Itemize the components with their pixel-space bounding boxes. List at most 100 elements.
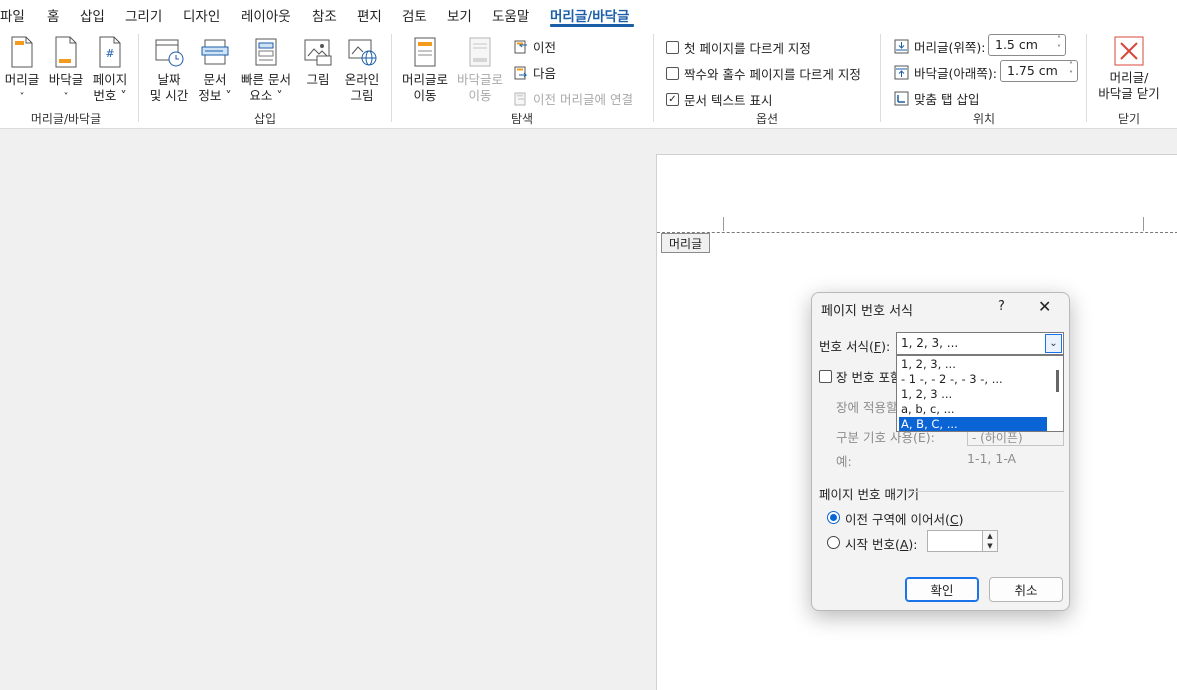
previous-icon: [514, 40, 527, 53]
quick-parts-button[interactable]: 빠른 문서 요소 ˅: [239, 36, 293, 104]
tab-home[interactable]: 홈: [47, 5, 59, 25]
margin-crop-mark: [1143, 217, 1144, 231]
checkbox-box: [666, 41, 679, 54]
tab-file[interactable]: 파일: [0, 5, 25, 25]
example-label: 예:: [836, 454, 852, 469]
tab-help[interactable]: 도움말: [492, 5, 529, 25]
go-to-footer-button[interactable]: 바닥글로 이동: [455, 36, 505, 104]
example-value: 1-1, 1-A: [967, 451, 1017, 466]
active-tab-indicator: [550, 24, 634, 27]
tab-layout[interactable]: 레이아웃: [241, 5, 291, 25]
group-label-options: 옵션: [755, 112, 779, 126]
footer-position-icon: [894, 65, 909, 80]
link-to-previous-button[interactable]: 이전 머리글에 연결: [514, 89, 633, 108]
picture-icon: [304, 39, 332, 66]
ok-button[interactable]: 확인: [905, 577, 979, 602]
page-number-format-dialog: 페이지 번호 서식 ? ✕ 번호 서식(F): 1, 2, 3, ... ⌄ 장…: [811, 292, 1070, 611]
chapter-style-label: 장에 적용할: [836, 400, 898, 415]
close-icon[interactable]: ✕: [1038, 297, 1051, 316]
group-label-position: 위치: [972, 112, 996, 126]
document-info-icon: [201, 39, 229, 65]
header-boundary-line: [657, 232, 1177, 233]
tab-view[interactable]: 보기: [447, 5, 472, 25]
online-picture-icon: [348, 39, 377, 66]
cancel-button[interactable]: 취소: [989, 577, 1063, 602]
tab-draw[interactable]: 그리기: [125, 5, 162, 25]
svg-text:#: #: [105, 47, 114, 60]
header-position-label: 머리글(위쪽):: [894, 37, 985, 56]
page-number-button[interactable]: # 페이지 번호 ˅: [91, 36, 129, 104]
page-number-icon: #: [99, 36, 121, 68]
header-button[interactable]: 머리글 ˅: [4, 36, 40, 106]
tab-insert[interactable]: 삽입: [80, 5, 105, 25]
group-label-navigation: 탐색: [510, 112, 534, 126]
page-numbering-section-label: 페이지 번호 매기기: [819, 487, 919, 502]
group-divider: [138, 34, 139, 122]
footer-page-icon: [55, 36, 77, 68]
go-to-footer-icon: [469, 37, 491, 67]
spin-arrows-icon[interactable]: ˄ ˅: [1057, 35, 1061, 53]
footer-position-input[interactable]: 1.75 cm ˄ ˅: [1000, 60, 1078, 82]
ribbon: 머리글 ˅ 바닥글 ˅ # 페이지 번호 ˅ 머리글/바닥글 날짜 및 시간 문…: [0, 28, 1177, 129]
tab-review[interactable]: 검토: [402, 5, 427, 25]
list-scrollbar-thumb[interactable]: [1056, 370, 1059, 392]
picture-button[interactable]: 그림: [300, 36, 336, 88]
number-format-option[interactable]: a, b, c, ...: [899, 402, 1047, 417]
number-format-option-selected[interactable]: A, B, C, ...: [899, 417, 1047, 431]
document-info-button[interactable]: 문서 정보 ˅: [195, 36, 235, 104]
close-red-x-icon: [1114, 36, 1144, 66]
group-divider: [653, 34, 654, 122]
start-at-label: 시작 번호(A):: [845, 537, 918, 552]
quick-parts-icon: [255, 38, 277, 66]
number-format-label: 번호 서식(F):: [819, 339, 891, 354]
help-icon[interactable]: ?: [998, 299, 1005, 314]
start-at-spinner-icon[interactable]: ▲ ▼: [982, 530, 998, 552]
calendar-clock-icon: [155, 39, 184, 67]
tab-mailings[interactable]: 편지: [357, 5, 382, 25]
checkbox-box: [819, 370, 832, 383]
tab-design[interactable]: 디자인: [183, 5, 220, 25]
group-divider: [880, 34, 881, 122]
continue-from-previous-radio[interactable]: [827, 511, 840, 524]
group-divider: [391, 34, 392, 122]
date-time-button[interactable]: 날짜 및 시간: [148, 36, 190, 104]
group-label-header-footer: 머리글/바닥글: [30, 112, 102, 126]
different-first-page-checkbox[interactable]: 첫 페이지를 다르게 지정: [666, 38, 811, 57]
insert-alignment-tab-button[interactable]: 맞춤 탭 삽입: [894, 89, 979, 108]
show-document-text-checkbox[interactable]: ✓ 문서 텍스트 표시: [666, 90, 772, 109]
number-format-option[interactable]: - 1 -, - 2 -, - 3 -, ...: [899, 372, 1047, 387]
checkbox-box: [666, 67, 679, 80]
header-page-icon: [11, 36, 33, 68]
next-icon: [514, 66, 528, 79]
group-label-insert: 삽입: [253, 112, 277, 126]
tab-header-footer[interactable]: 머리글/바닥글: [550, 5, 629, 25]
number-format-option[interactable]: 1, 2, 3 ...: [899, 387, 1047, 402]
include-chapter-checkbox[interactable]: 장 번호 포함: [819, 367, 901, 386]
header-position-icon: [894, 39, 909, 54]
footer-button[interactable]: 바닥글 ˅: [47, 36, 85, 106]
continue-from-previous-label: 이전 구역에 이어서(C): [845, 512, 964, 527]
online-picture-button[interactable]: 온라인 그림: [341, 36, 383, 104]
start-at-input[interactable]: [927, 530, 983, 552]
number-format-option[interactable]: 1, 2, 3, ...: [899, 357, 1047, 372]
number-format-dropdown-list: 1, 2, 3, ... - 1 -, - 2 -, - 3 -, ... 1,…: [896, 355, 1064, 432]
ribbon-tab-bar: 파일 홈 삽입 그리기 디자인 레이아웃 참조 편지 검토 보기 도움말 머리글…: [0, 0, 1177, 28]
tab-references[interactable]: 참조: [312, 5, 337, 25]
next-section-button[interactable]: 다음: [514, 63, 556, 82]
header-position-input[interactable]: 1.5 cm ˄ ˅: [988, 34, 1066, 56]
margin-crop-mark: [723, 217, 724, 231]
close-header-footer-button[interactable]: 머리글/ 바닥글 닫기: [1096, 36, 1162, 102]
chevron-down-icon[interactable]: ⌄: [1045, 334, 1062, 353]
spin-arrows-icon[interactable]: ˄ ˅: [1069, 61, 1073, 79]
go-to-header-button[interactable]: 머리글로 이동: [400, 36, 450, 104]
section-divider: [906, 491, 1064, 492]
group-label-close: 닫기: [1117, 112, 1141, 126]
group-divider: [1086, 34, 1087, 122]
different-odd-even-checkbox[interactable]: 짝수와 홀수 페이지를 다르게 지정: [666, 64, 861, 83]
number-format-select[interactable]: 1, 2, 3, ... ⌄: [896, 332, 1064, 355]
link-icon: [514, 92, 526, 105]
go-to-header-icon: [414, 37, 436, 67]
header-area-tag: 머리글: [661, 233, 711, 253]
previous-section-button[interactable]: 이전: [514, 37, 556, 56]
start-at-radio[interactable]: [827, 536, 840, 549]
